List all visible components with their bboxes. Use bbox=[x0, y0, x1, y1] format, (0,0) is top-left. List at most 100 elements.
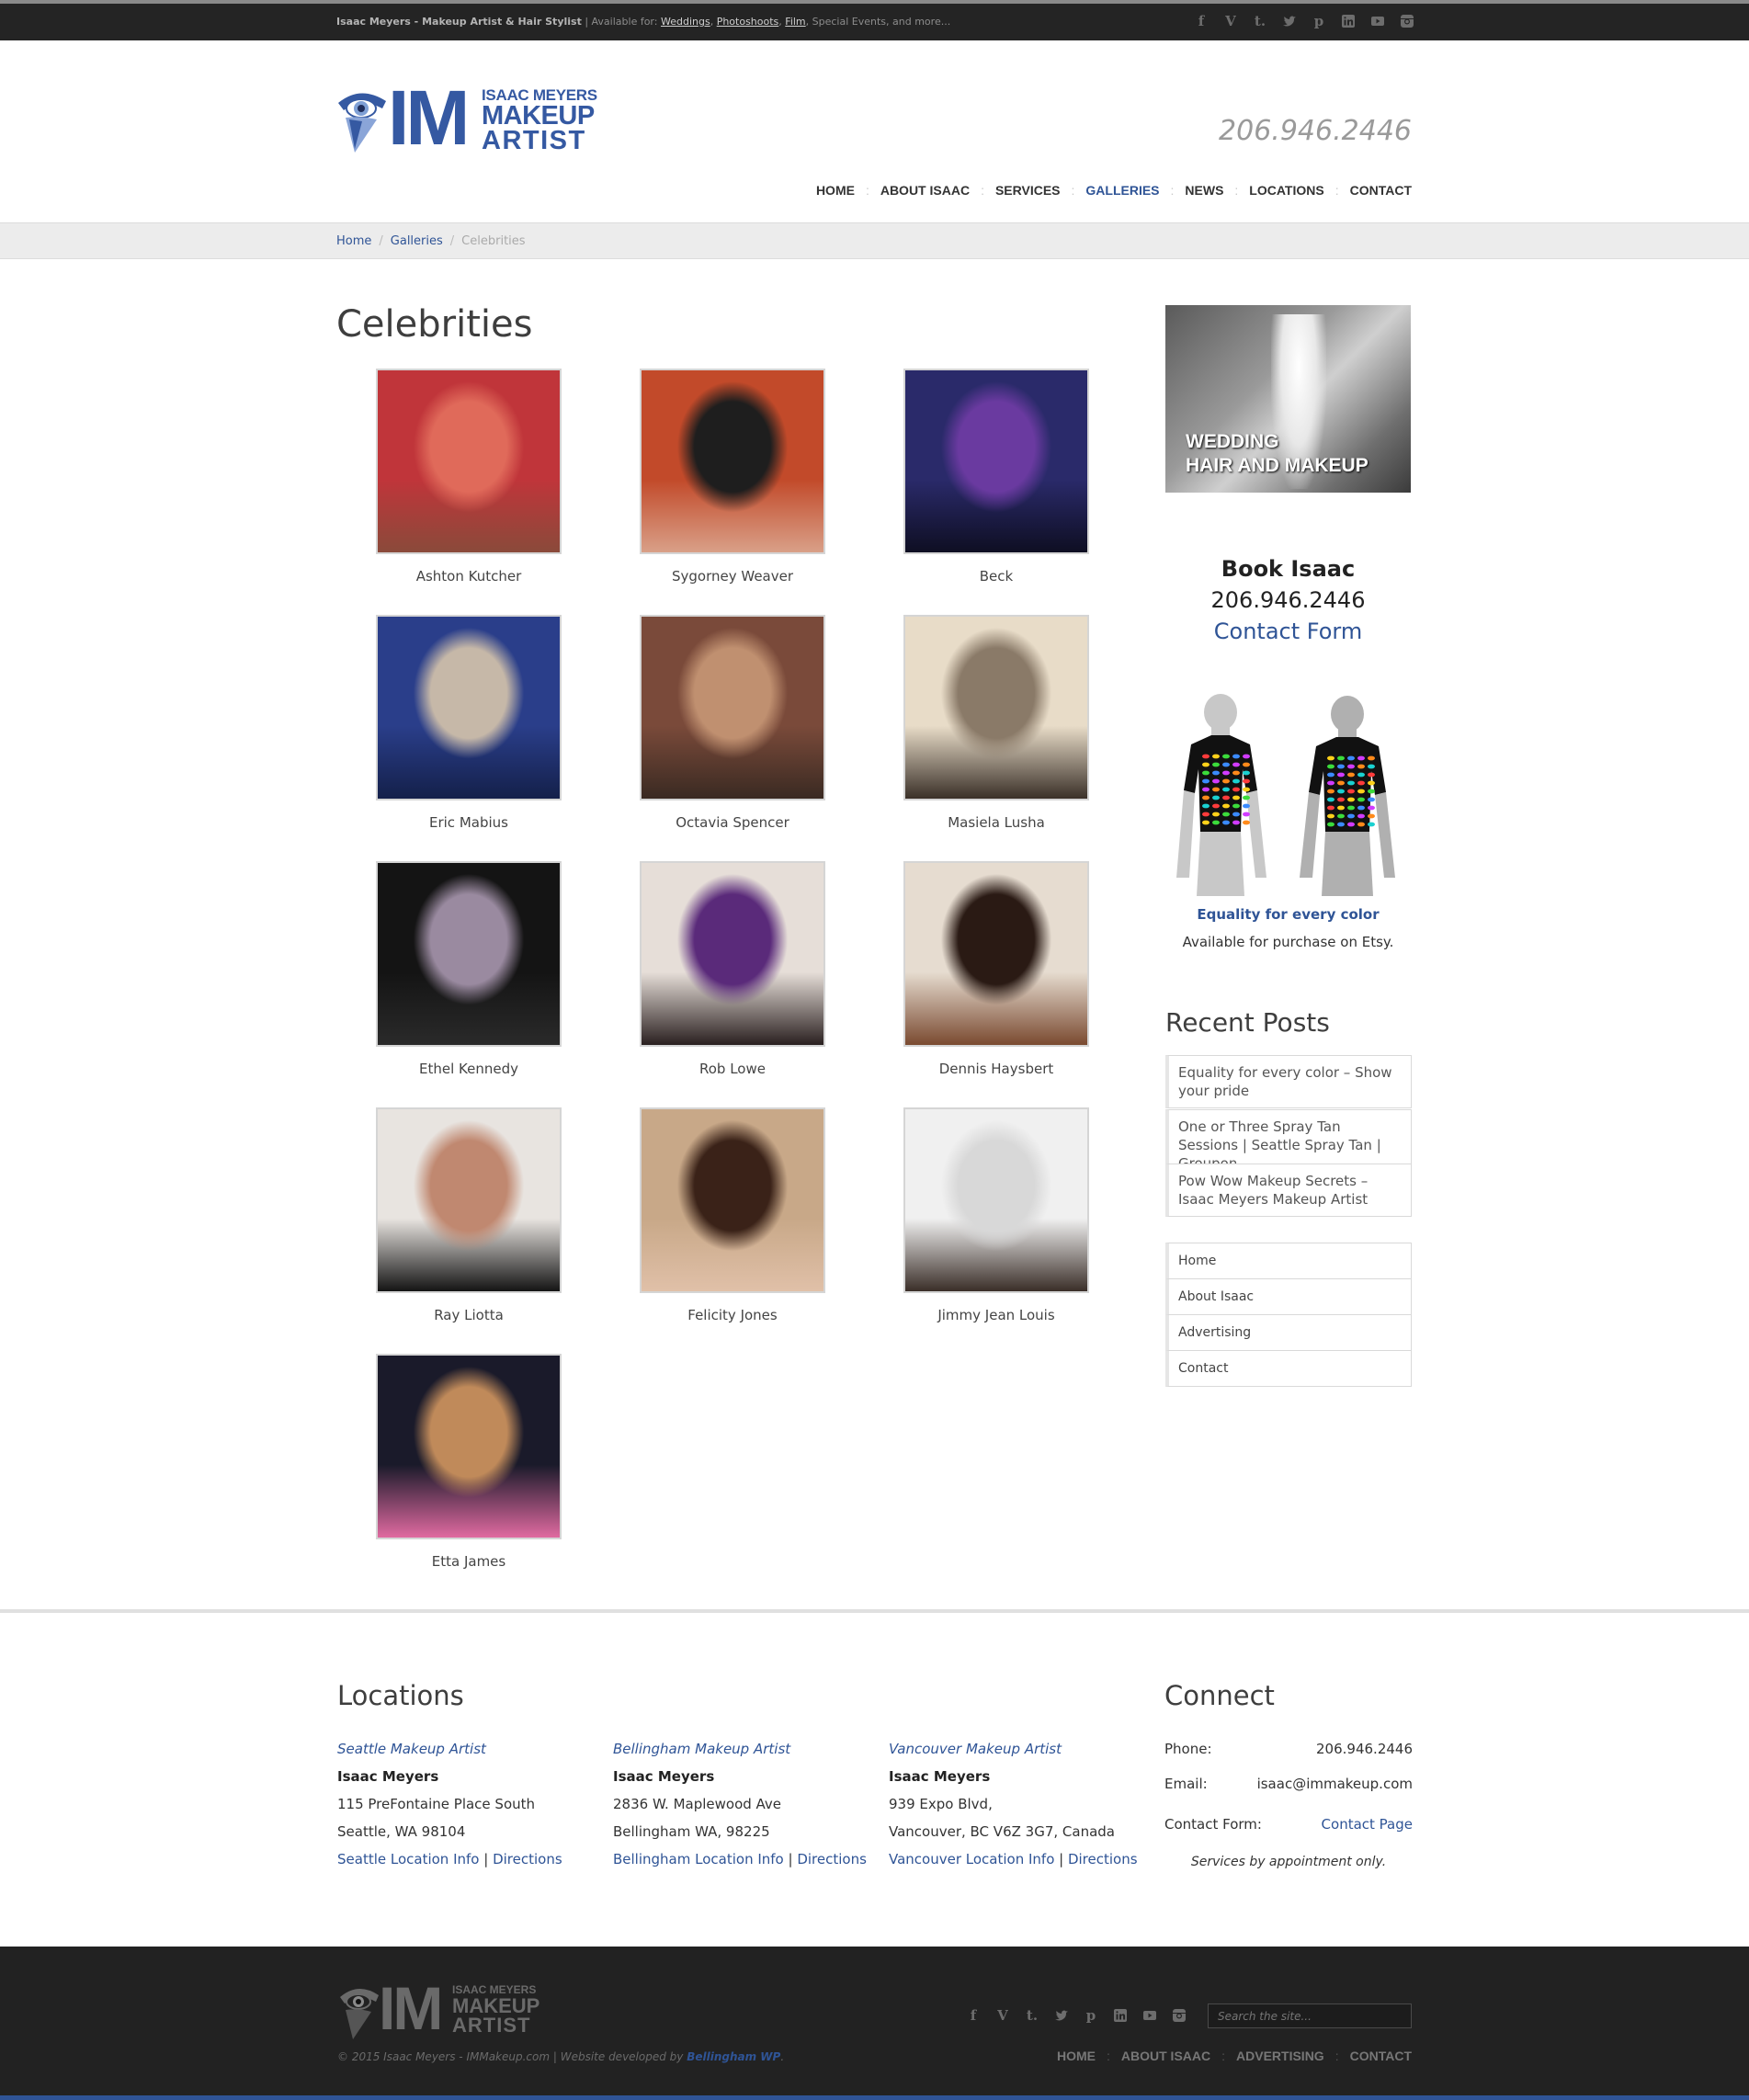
gallery-item[interactable]: Ray Liotta bbox=[376, 1107, 562, 1323]
nav-galleries[interactable]: GALLERIES bbox=[1085, 183, 1159, 198]
gallery-item[interactable]: Masiela Lusha bbox=[903, 615, 1089, 831]
sidebar-link-home[interactable]: Home bbox=[1165, 1243, 1412, 1279]
gallery-item[interactable]: Eric Mabius bbox=[376, 615, 562, 831]
connect-form-link[interactable]: Contact Page bbox=[1322, 1816, 1413, 1856]
footer-nav-advertising[interactable]: ADVERTISING bbox=[1236, 2049, 1324, 2063]
gallery-item[interactable]: Jimmy Jean Louis bbox=[903, 1107, 1089, 1323]
gallery-item[interactable]: Felicity Jones bbox=[640, 1107, 825, 1323]
location-info-link[interactable]: Bellingham Location Info bbox=[613, 1851, 784, 1867]
location-directions-link[interactable]: Directions bbox=[797, 1851, 867, 1867]
facebook-icon[interactable]: f bbox=[965, 2007, 982, 2024]
top-link-photoshoots[interactable]: Photoshoots bbox=[717, 16, 779, 28]
celebrity-photo[interactable] bbox=[376, 861, 562, 1047]
celebrity-name[interactable]: Ray Liotta bbox=[376, 1307, 562, 1323]
pinterest-icon[interactable]: p bbox=[1311, 13, 1327, 29]
youtube-icon[interactable] bbox=[1369, 13, 1386, 29]
celebrity-name[interactable]: Octavia Spencer bbox=[640, 814, 825, 831]
celebrity-name[interactable]: Etta James bbox=[376, 1553, 562, 1570]
location-address-2: Vancouver, BC V6Z 3G7, Canada bbox=[889, 1823, 1115, 1840]
top-link-weddings[interactable]: Weddings bbox=[661, 16, 710, 28]
tshirt-title-link[interactable]: Equality for every color bbox=[1165, 906, 1411, 923]
recent-post-item[interactable]: Equality for every color – Show your pri… bbox=[1165, 1055, 1412, 1108]
site-logo[interactable]: IM ISAAC MEYERS MAKEUP ARTIST bbox=[336, 79, 597, 156]
celebrity-photo[interactable] bbox=[903, 369, 1089, 554]
location-label[interactable]: Seattle Makeup Artist bbox=[337, 1735, 562, 1763]
tshirt-promo-image[interactable] bbox=[1165, 694, 1411, 896]
nav-services[interactable]: SERVICES bbox=[995, 183, 1061, 198]
location-info-link[interactable]: Seattle Location Info bbox=[337, 1851, 479, 1867]
breadcrumb-galleries[interactable]: Galleries bbox=[391, 234, 443, 248]
vimeo-icon[interactable]: V bbox=[994, 2007, 1011, 2024]
wedding-banner[interactable]: WEDDING HAIR AND MAKEUP bbox=[1165, 305, 1411, 493]
celebrity-name[interactable]: Dennis Haysbert bbox=[903, 1061, 1089, 1077]
footer-nav-about-isaac[interactable]: ABOUT ISAAC bbox=[1121, 2049, 1210, 2063]
vimeo-icon[interactable]: V bbox=[1222, 13, 1239, 29]
celebrity-name[interactable]: Beck bbox=[903, 568, 1089, 585]
footer-logo[interactable]: IM ISAAC MEYERS MAKEUP ARTIST bbox=[338, 1978, 540, 2042]
location-directions-link[interactable]: Directions bbox=[493, 1851, 562, 1867]
celebrity-name[interactable]: Felicity Jones bbox=[640, 1307, 825, 1323]
developer-link[interactable]: Bellingham WP bbox=[687, 2050, 780, 2063]
sidebar-link-contact[interactable]: Contact bbox=[1165, 1350, 1412, 1387]
gallery-item[interactable]: Ashton Kutcher bbox=[376, 369, 562, 585]
connect-phone-value[interactable]: 206.946.2446 bbox=[1316, 1741, 1413, 1776]
celebrity-photo[interactable] bbox=[640, 861, 825, 1047]
celebrity-name[interactable]: Masiela Lusha bbox=[903, 814, 1089, 831]
celebrity-photo[interactable] bbox=[376, 1354, 562, 1539]
book-contact-link[interactable]: Contact Form bbox=[1165, 619, 1411, 644]
breadcrumb-home[interactable]: Home bbox=[336, 234, 371, 248]
gallery-item[interactable]: Beck bbox=[903, 369, 1089, 585]
nav-contact[interactable]: CONTACT bbox=[1350, 183, 1412, 198]
facebook-icon[interactable]: f bbox=[1193, 13, 1210, 29]
celebrity-photo[interactable] bbox=[903, 861, 1089, 1047]
tumblr-icon[interactable]: t. bbox=[1252, 13, 1268, 29]
gallery-item[interactable]: Octavia Spencer bbox=[640, 615, 825, 831]
connect-email-value[interactable]: isaac@immakeup.com bbox=[1257, 1776, 1413, 1816]
celebrity-photo[interactable] bbox=[640, 1107, 825, 1293]
pinterest-icon[interactable]: p bbox=[1083, 2007, 1099, 2024]
tumblr-icon[interactable]: t. bbox=[1024, 2007, 1040, 2024]
gallery-item[interactable]: Ethel Kennedy bbox=[376, 861, 562, 1077]
location-label[interactable]: Bellingham Makeup Artist bbox=[613, 1735, 867, 1763]
recent-post-item[interactable]: Pow Wow Makeup Secrets – Isaac Meyers Ma… bbox=[1165, 1164, 1412, 1217]
sidebar-link-about-isaac[interactable]: About Isaac bbox=[1165, 1278, 1412, 1315]
linkedin-icon[interactable] bbox=[1112, 2007, 1129, 2024]
instagram-icon[interactable] bbox=[1399, 13, 1415, 29]
gallery-item[interactable]: Etta James bbox=[376, 1354, 562, 1570]
twitter-icon[interactable] bbox=[1053, 2007, 1070, 2024]
celebrity-name[interactable]: Jimmy Jean Louis bbox=[903, 1307, 1089, 1323]
location-info-link[interactable]: Vancouver Location Info bbox=[889, 1851, 1054, 1867]
celebrity-photo[interactable] bbox=[903, 1107, 1089, 1293]
celebrity-photo[interactable] bbox=[376, 1107, 562, 1293]
nav-news[interactable]: NEWS bbox=[1185, 183, 1223, 198]
celebrity-name[interactable]: Ashton Kutcher bbox=[376, 568, 562, 585]
celebrity-photo[interactable] bbox=[640, 615, 825, 800]
gallery-item[interactable]: Dennis Haysbert bbox=[903, 861, 1089, 1077]
celebrity-name[interactable]: Eric Mabius bbox=[376, 814, 562, 831]
twitter-icon[interactable] bbox=[1281, 13, 1298, 29]
celebrity-photo[interactable] bbox=[376, 615, 562, 800]
celebrity-photo[interactable] bbox=[376, 369, 562, 554]
sidebar-link-advertising[interactable]: Advertising bbox=[1165, 1314, 1412, 1351]
celebrity-name[interactable]: Ethel Kennedy bbox=[376, 1061, 562, 1077]
gallery-item[interactable]: Sygorney Weaver bbox=[640, 369, 825, 585]
nav-home[interactable]: HOME bbox=[816, 183, 855, 198]
celebrity-photo[interactable] bbox=[903, 615, 1089, 800]
nav-about-isaac[interactable]: ABOUT ISAAC bbox=[880, 183, 970, 198]
footer-nav-home[interactable]: HOME bbox=[1057, 2049, 1096, 2063]
top-link-film[interactable]: Film bbox=[785, 16, 805, 28]
book-phone[interactable]: 206.946.2446 bbox=[1165, 587, 1411, 613]
location-directions-link[interactable]: Directions bbox=[1068, 1851, 1138, 1867]
youtube-icon[interactable] bbox=[1141, 2007, 1158, 2024]
celebrity-name[interactable]: Rob Lowe bbox=[640, 1061, 825, 1077]
celebrity-photo[interactable] bbox=[640, 369, 825, 554]
footer-nav-contact[interactable]: CONTACT bbox=[1350, 2049, 1412, 2063]
linkedin-icon[interactable] bbox=[1340, 13, 1357, 29]
gallery-item[interactable]: Rob Lowe bbox=[640, 861, 825, 1077]
location-label[interactable]: Vancouver Makeup Artist bbox=[889, 1735, 1138, 1763]
nav-locations[interactable]: LOCATIONS bbox=[1249, 183, 1323, 198]
celebrity-name[interactable]: Sygorney Weaver bbox=[640, 568, 825, 585]
header-phone[interactable]: 206.946.2446 bbox=[1219, 115, 1412, 147]
footer-search-input[interactable] bbox=[1208, 2004, 1412, 2028]
instagram-icon[interactable] bbox=[1171, 2007, 1187, 2024]
